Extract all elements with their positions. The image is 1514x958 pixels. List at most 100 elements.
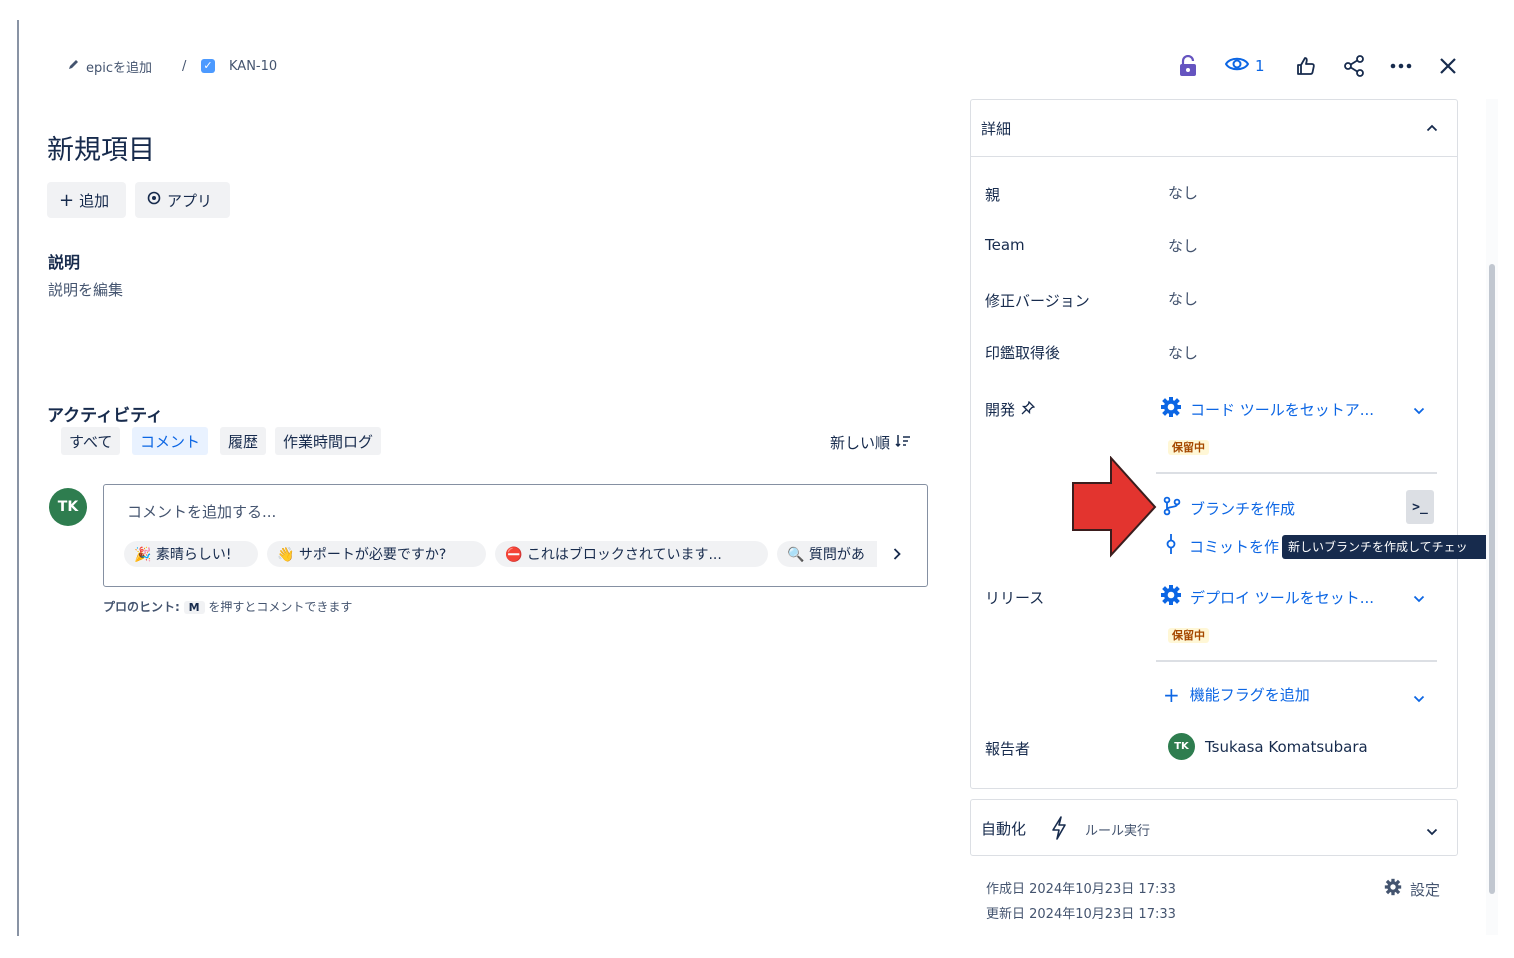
apps-button-label: アプリ [167, 191, 213, 210]
created-date: 作成日 2024年10月23日 17:33 [986, 882, 1176, 897]
activity-heading: アクティビティ [47, 406, 164, 426]
breadcrumb-issue[interactable]: ✓ KAN-10 [201, 56, 277, 76]
divider [1156, 472, 1437, 474]
lock-icon[interactable] [1176, 54, 1200, 78]
description-heading: 説明 [48, 253, 81, 272]
task-checkbox-icon: ✓ [201, 59, 215, 73]
status-lozenge: 保留中 [1168, 440, 1209, 455]
gear-icon [1160, 584, 1182, 610]
field-label-parent: 親 [985, 186, 1001, 204]
field-value-seal[interactable]: なし [1168, 342, 1198, 363]
close-icon[interactable] [1436, 54, 1460, 78]
suggestion-chip-great[interactable]: 🎉 素晴らしい! [124, 541, 258, 567]
gear-icon [1160, 396, 1182, 422]
code-tool-link: コード ツールをセットア... [1190, 400, 1375, 419]
deploy-tool-link: デプロイ ツールをセット... [1190, 588, 1375, 607]
breadcrumb-epic[interactable]: epicを追加 [68, 56, 152, 76]
chevron-right-icon[interactable] [887, 544, 907, 564]
create-commit-button[interactable]: コミットを作 [1165, 533, 1279, 559]
chevron-down-icon[interactable] [1426, 824, 1438, 840]
field-value-fix-version[interactable]: なし [1168, 288, 1198, 309]
hint-key: M [183, 601, 205, 614]
chevron-down-icon[interactable] [1413, 403, 1425, 419]
rule-executions[interactable]: ルール実行 [1085, 820, 1150, 839]
terminal-icon[interactable]: >_ [1406, 490, 1434, 524]
suggestion-chip-question[interactable]: 🔍 質問があ [777, 541, 877, 567]
tab-worklog[interactable]: 作業時間ログ [275, 427, 382, 455]
field-label-reporter: 報告者 [985, 740, 1031, 758]
plus-icon: + [1163, 682, 1180, 707]
status-lozenge: 保留中 [1168, 628, 1209, 643]
settings-button[interactable]: 設定 [1384, 878, 1440, 900]
pencil-icon [68, 58, 80, 74]
chevron-down-icon[interactable] [1413, 591, 1425, 607]
watch-count: 1 [1255, 57, 1265, 75]
code-tool-setup[interactable]: コード ツールをセットア... [1160, 396, 1374, 422]
add-feature-flag-button[interactable]: + 機能フラグを追加 [1163, 684, 1310, 705]
updated-date: 更新日 2024年10月23日 17:33 [986, 907, 1176, 922]
thumbs-up-icon[interactable] [1294, 54, 1318, 78]
field-label-seal: 印鑑取得後 [985, 344, 1061, 362]
sort-label: 新しい順 [830, 434, 891, 452]
details-header[interactable]: 詳細 [971, 100, 1457, 157]
deploy-tool-setup[interactable]: デプロイ ツールをセット... [1160, 584, 1374, 610]
sort-icon [895, 434, 911, 452]
field-label-development: 開発 [985, 399, 1036, 420]
suggestion-chip-blocked[interactable]: ⛔ これはブロックされています... [495, 541, 768, 567]
chevron-up-icon[interactable] [1426, 120, 1438, 136]
scrollbar-thumb[interactable] [1489, 264, 1495, 894]
tab-history[interactable]: 履歴 [220, 427, 267, 455]
status-badge: 保留中 [1168, 627, 1209, 643]
hint-suffix: を押すとコメントできます [208, 600, 353, 614]
more-options-icon[interactable] [1388, 54, 1414, 78]
comment-box[interactable]: コメントを追加する... 🎉 素晴らしい! 👋 サポートが必要ですか? ⛔ これ… [103, 484, 928, 587]
status-badge: 保留中 [1168, 439, 1209, 455]
breadcrumb-separator: / [182, 58, 187, 74]
reporter-name: Tsukasa Komatsubara [1205, 737, 1368, 756]
sort-button[interactable]: 新しい順 [830, 432, 911, 453]
comment-input[interactable]: コメントを追加する... [127, 501, 276, 522]
details-heading: 詳細 [981, 120, 1012, 138]
divider [1156, 660, 1437, 662]
development-label: 開発 [985, 401, 1016, 419]
chevron-down-icon[interactable] [1413, 691, 1425, 707]
gear-icon [1384, 878, 1402, 900]
tab-all[interactable]: すべて [61, 427, 121, 455]
watch-button[interactable]: 1 [1224, 54, 1265, 78]
tab-comments[interactable]: コメント [132, 427, 209, 455]
apps-button[interactable]: アプリ [135, 182, 230, 218]
create-branch-label: ブランチを作成 [1190, 499, 1296, 518]
field-value-parent[interactable]: なし [1168, 182, 1198, 203]
create-commit-label: コミットを作 [1189, 537, 1280, 556]
field-label-release: リリース [985, 589, 1045, 607]
lightning-icon [1051, 816, 1067, 844]
issue-key-link[interactable]: KAN-10 [229, 59, 277, 74]
field-label-team: Team [985, 236, 1025, 254]
field-value-team[interactable]: なし [1168, 235, 1198, 256]
left-border [17, 20, 19, 936]
red-arrow-annotation [1071, 455, 1161, 558]
branch-icon [1163, 496, 1181, 520]
add-button-label: 追加 [79, 191, 110, 210]
add-flag-label: 機能フラグを追加 [1189, 686, 1310, 704]
avatar: TK [1168, 733, 1195, 760]
automation-heading: 自動化 [981, 820, 1027, 838]
pin-icon[interactable] [1021, 400, 1036, 419]
epic-link[interactable]: epicを追加 [86, 57, 152, 76]
automation-panel[interactable]: 自動化 ルール実行 [970, 799, 1458, 856]
field-label-fix-version: 修正バージョン [985, 292, 1090, 310]
add-button[interactable]: + 追加 [47, 182, 126, 218]
share-icon[interactable] [1342, 54, 1366, 78]
apps-icon [147, 191, 161, 209]
description-field[interactable]: 説明を編集 [48, 279, 123, 300]
plus-icon: + [59, 189, 75, 211]
suggestion-chip-support[interactable]: 👋 サポートが必要ですか? [267, 541, 486, 567]
create-branch-button[interactable]: ブランチを作成 [1163, 496, 1295, 520]
issue-title[interactable]: 新規項目 [47, 128, 155, 167]
settings-label: 設定 [1410, 880, 1441, 899]
tooltip: 新しいブランチを作成してチェッ [1282, 535, 1496, 559]
comment-hint: プロのヒント: M を押すとコメントできます [103, 598, 352, 615]
avatar: TK [49, 488, 87, 526]
commit-icon [1165, 533, 1177, 559]
reporter-value[interactable]: TK Tsukasa Komatsubara [1168, 733, 1368, 760]
